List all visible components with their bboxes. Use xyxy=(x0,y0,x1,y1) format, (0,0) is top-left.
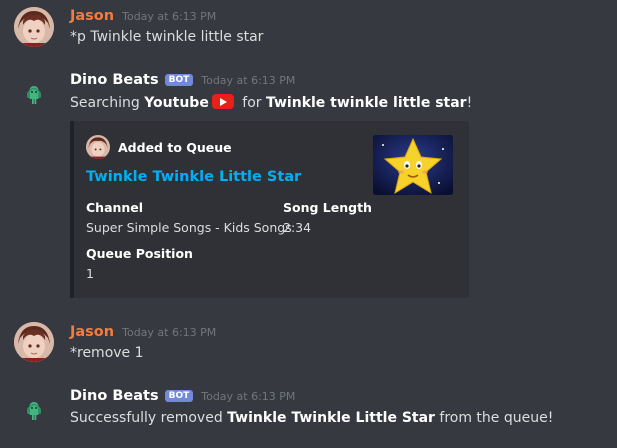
message-timestamp: Today at 6:13 PM xyxy=(122,10,217,23)
queue-embed: Added to Queue Twinkle Twinkle Little St… xyxy=(70,121,469,298)
field-value-song-length: 2:34 xyxy=(283,220,312,235)
removed-song-title: Twinkle Twinkle Little Star xyxy=(227,410,435,426)
bot-tag: BOT xyxy=(164,390,194,402)
embed-author-avatar xyxy=(86,135,110,159)
username-dino-beats[interactable]: Dino Beats xyxy=(70,72,159,88)
user-avatar-jason[interactable] xyxy=(14,322,54,362)
username-jason[interactable]: Jason xyxy=(70,8,114,24)
text-suffix: ! xyxy=(466,95,473,111)
field-name-song-length: Song Length xyxy=(283,200,372,215)
username-jason[interactable]: Jason xyxy=(70,324,114,340)
text-mid: for xyxy=(237,95,266,111)
source-name: Youtube xyxy=(144,95,209,111)
message-timestamp: Today at 6:13 PM xyxy=(122,326,217,339)
youtube-icon xyxy=(211,94,234,109)
text-prefix: Searching xyxy=(70,95,145,111)
search-query: Twinkle twinkle little star xyxy=(265,95,467,111)
field-name-channel: Channel xyxy=(86,200,144,215)
video-thumbnail[interactable] xyxy=(373,135,453,195)
embed-author: Added to Queue xyxy=(86,135,232,159)
message-timestamp: Today at 6:13 PM xyxy=(201,390,296,403)
message-text: Searching Youtube for Twinkle twinkle li… xyxy=(70,94,472,111)
message-text: Successfully removed Twinkle Twinkle Lit… xyxy=(70,410,553,426)
user-avatar-jason[interactable] xyxy=(14,7,54,47)
embed-title-link[interactable]: Twinkle Twinkle Little Star xyxy=(86,169,301,185)
field-name-queue-position: Queue Position xyxy=(86,246,193,261)
message-timestamp: Today at 6:13 PM xyxy=(201,74,296,87)
dino-icon xyxy=(27,86,41,104)
message-text: *p Twinkle twinkle little star xyxy=(70,29,264,45)
field-value-channel: Super Simple Songs - Kids Songs xyxy=(86,220,292,235)
bot-tag: BOT xyxy=(164,74,194,86)
field-value-queue-position: 1 xyxy=(86,266,94,281)
bot-avatar[interactable] xyxy=(14,76,54,116)
username-dino-beats[interactable]: Dino Beats xyxy=(70,388,159,404)
dino-icon xyxy=(27,402,41,420)
text-prefix: Successfully removed xyxy=(70,410,228,426)
bot-avatar[interactable] xyxy=(14,392,54,432)
message-text: *remove 1 xyxy=(70,345,144,361)
embed-author-name: Added to Queue xyxy=(118,139,232,155)
text-suffix: from the queue! xyxy=(434,410,554,426)
